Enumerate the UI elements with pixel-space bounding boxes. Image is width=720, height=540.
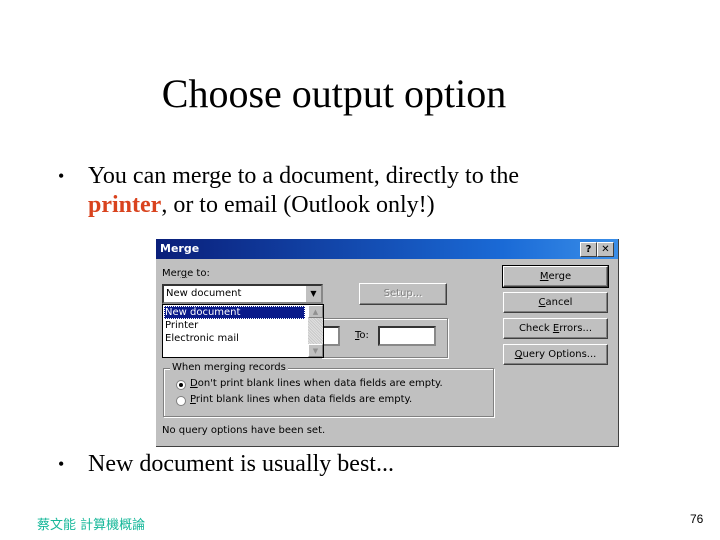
dropdown-scrollbar[interactable]: ▲ ▼ [308,305,323,357]
record-range-group: To: [320,318,448,358]
bullet-line-2-rest: , or to email (Outlook only!) [161,192,435,218]
radio-print-blank[interactable] [176,396,186,406]
option-electronic-mail[interactable]: Electronic mail [164,332,305,345]
label-part: Check [518,323,553,334]
to-input[interactable] [378,326,436,346]
label-part: o: [359,330,369,341]
query-options-button[interactable]: Query Options... [503,344,608,365]
merge-to-label: Merge to: [162,268,210,279]
radio-dont-print-blank-label[interactable]: Don't print blank lines when data fields… [190,378,443,389]
merge-dialog: Merge ? ✕ Merge to: New document ▼ Setup… [156,239,619,447]
highlight-printer: printer [88,192,162,218]
label-part: erge [548,271,572,282]
label-part: rint blank lines when data fields are em… [195,394,413,405]
label-part: ancel [545,297,573,308]
close-button[interactable]: ✕ [597,242,614,257]
status-text: No query options have been set. [162,425,326,436]
label-part: e to: [187,268,210,279]
label-accel: D [190,378,198,389]
dialog-titlebar[interactable]: Merge ? ✕ [156,239,618,259]
merging-records-legend: When merging records [170,362,288,373]
radio-print-blank-label[interactable]: Print blank lines when data fields are e… [190,394,412,405]
scroll-up-icon[interactable]: ▲ [308,305,323,318]
radio-dont-print-blank[interactable] [176,380,186,390]
label-accel: M [539,271,549,282]
slide-title: Choose output option [161,71,507,116]
merge-to-dropdown-list: New document Printer Electronic mail ▲ ▼ [162,304,324,358]
option-printer[interactable]: Printer [164,319,305,332]
chevron-down-icon[interactable]: ▼ [305,286,321,302]
label-part: Mer [162,268,181,279]
cancel-button[interactable]: Cancel [503,292,608,313]
label-part: rrors... [559,323,593,334]
to-label: To: [355,330,369,341]
bullet-line-2: printer, or to email (Outlook only!) [88,191,435,220]
label-part: on't print blank lines when data fields … [197,378,443,389]
bullet-new-document: • New document is usually best... [58,450,558,480]
bullet-line-1: You can merge to a document, directly to… [88,163,520,189]
label-part: uery Options... [522,349,597,360]
setup-button[interactable]: Setup... [359,283,447,305]
merge-to-value: New document [166,288,242,299]
merge-to-select[interactable]: New document ▼ [162,284,323,304]
merge-button[interactable]: Merge [502,265,609,288]
bullet-icon: • [58,454,65,474]
merging-records-group: When merging records Don't print blank l… [163,362,494,417]
page-number: 76 [690,512,704,526]
bullet-icon: • [58,166,65,186]
label-accel: Q [514,349,523,360]
dialog-title: Merge [160,242,200,255]
option-new-document[interactable]: New document [164,306,305,319]
bullet-text: New document is usually best... [88,451,394,477]
scroll-down-icon[interactable]: ▼ [308,344,323,357]
check-errors-button[interactable]: Check Errors... [503,318,608,339]
footer-author-course: 蔡文能 計算機概論 [37,518,146,533]
help-button[interactable]: ? [580,242,597,257]
bullet-merge-options: • You can merge to a document, directly … [58,162,658,222]
label-accel: C [538,297,546,308]
